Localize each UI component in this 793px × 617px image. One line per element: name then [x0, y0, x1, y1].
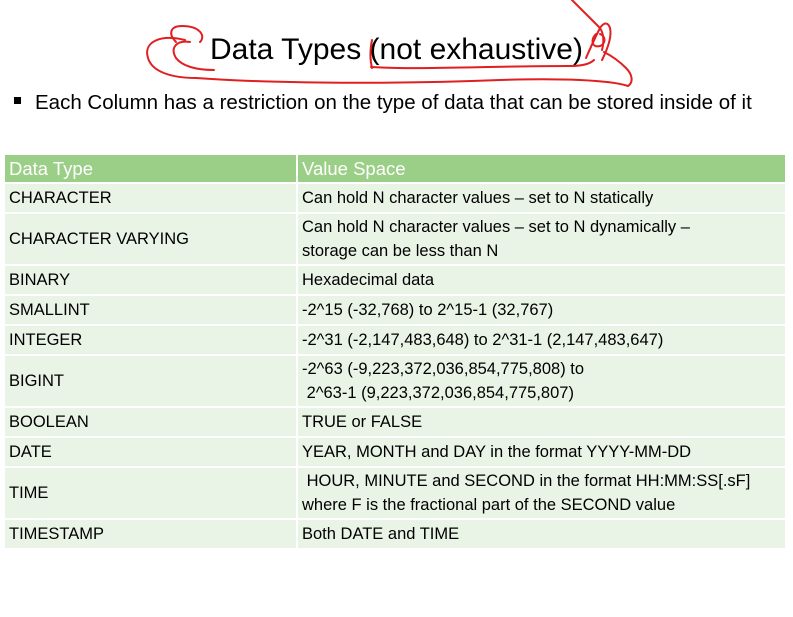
value-line: YEAR, MONTH and DAY in the format YYYY-M… [302, 443, 692, 461]
value-line: Can hold N character values – set to N d… [302, 218, 690, 236]
value-cell: -2^63 (-9,223,372,036,854,775,808) to 2^… [296, 355, 785, 408]
table-row: BINARY Hexadecimal data [5, 265, 785, 296]
type-cell: TIME [5, 467, 297, 520]
value-line: -2^15 (-32,768) to 2^15-1 (32,767) [302, 301, 554, 319]
value-line: storage can be less than N [302, 242, 499, 260]
type-cell: CHARACTER [5, 183, 297, 214]
type-cell: DATE [5, 437, 297, 468]
value-line: 2^63-1 (9,223,372,036,854,775,807) [302, 384, 574, 402]
table-row: INTEGER -2^31 (-2,147,483,648) to 2^31-1… [5, 325, 785, 356]
type-cell: BIGINT [5, 355, 297, 408]
table-row: SMALLINT -2^15 (-32,768) to 2^15-1 (32,7… [5, 295, 785, 326]
table-row: CHARACTER VARYING Can hold N character v… [5, 213, 785, 266]
value-line: Both DATE and TIME [302, 525, 460, 543]
value-cell: Can hold N character values – set to N s… [296, 183, 785, 214]
data-types-table: Data Type Value Space CHARACTER Can hold… [5, 155, 785, 550]
table-row: BIGINT -2^63 (-9,223,372,036,854,775,808… [5, 355, 785, 408]
type-cell: INTEGER [5, 325, 297, 356]
value-cell: Hexadecimal data [296, 265, 785, 296]
table-row: TIME HOUR, MINUTE and SECOND in the form… [5, 467, 785, 520]
value-line: where F is the fractional part of the SE… [302, 496, 676, 514]
slide: Data Types (not exhaustive) Each Column … [0, 0, 793, 617]
value-line: -2^31 (-2,147,483,648) to 2^31-1 (2,147,… [302, 331, 664, 349]
value-cell: -2^15 (-32,768) to 2^15-1 (32,767) [296, 295, 785, 326]
header-data-type: Data Type [5, 155, 297, 184]
value-line: -2^63 (-9,223,372,036,854,775,808) to [302, 360, 585, 378]
bullet-text: Each Column has a restriction on the typ… [35, 91, 752, 114]
value-line: Can hold N character values – set to N s… [302, 189, 654, 207]
type-cell: CHARACTER VARYING [5, 213, 297, 266]
value-cell: HOUR, MINUTE and SECOND in the format HH… [296, 467, 785, 520]
table-header-row: Data Type Value Space [5, 155, 785, 184]
value-line: HOUR, MINUTE and SECOND in the format HH… [302, 472, 751, 490]
bullet-point: Each Column has a restriction on the typ… [14, 89, 754, 116]
type-cell: BINARY [5, 265, 297, 296]
value-cell: -2^31 (-2,147,483,648) to 2^31-1 (2,147,… [296, 325, 785, 356]
square-bullet-icon [14, 97, 21, 104]
table-row: TIMESTAMP Both DATE and TIME [5, 519, 785, 550]
table-row: DATE YEAR, MONTH and DAY in the format Y… [5, 437, 785, 468]
table-row: BOOLEAN TRUE or FALSE [5, 407, 785, 438]
header-value-space: Value Space [296, 155, 785, 184]
value-line: Hexadecimal data [302, 271, 435, 289]
value-cell: YEAR, MONTH and DAY in the format YYYY-M… [296, 437, 785, 468]
value-cell: TRUE or FALSE [296, 407, 785, 438]
ink-tail [571, 0, 601, 29]
value-cell: Can hold N character values – set to N d… [296, 213, 785, 266]
type-cell: SMALLINT [5, 295, 297, 326]
slide-title: Data Types (not exhaustive) [210, 33, 583, 66]
table-row: CHARACTER Can hold N character values – … [5, 183, 785, 214]
type-cell: TIMESTAMP [5, 519, 297, 550]
value-line: TRUE or FALSE [302, 413, 423, 431]
value-cell: Both DATE and TIME [296, 519, 785, 550]
type-cell: BOOLEAN [5, 407, 297, 438]
